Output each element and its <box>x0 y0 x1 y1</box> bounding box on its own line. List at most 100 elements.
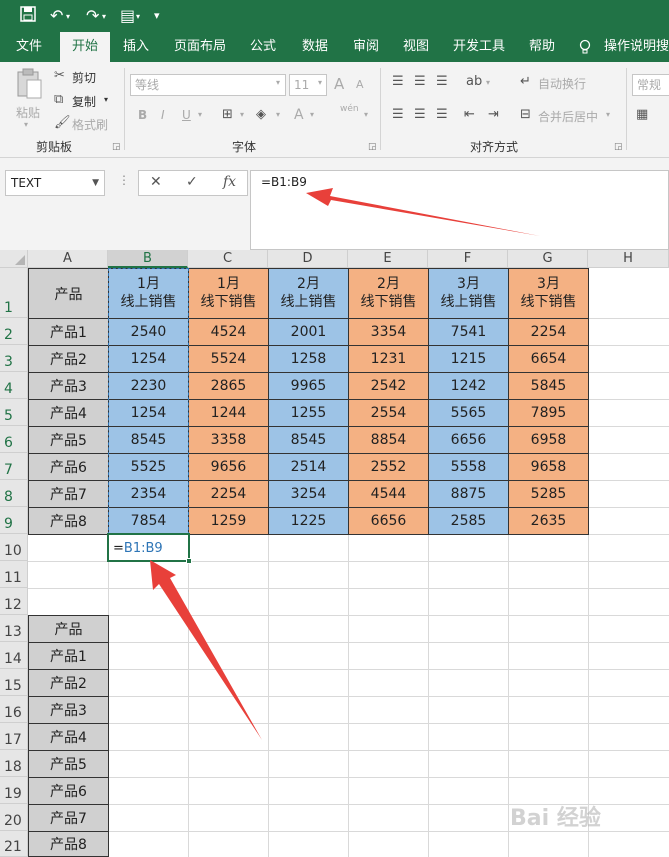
value-cell[interactable]: 2254 <box>508 318 589 346</box>
row-header-3[interactable]: 3 <box>0 345 28 372</box>
column-header-h[interactable]: H <box>588 250 669 268</box>
copy-dropdown-icon[interactable]: ▾ <box>104 95 108 104</box>
row-header-4[interactable]: 4 <box>0 372 28 399</box>
underline-button[interactable]: U <box>182 108 191 122</box>
product-cell[interactable]: 产品3 <box>28 372 109 400</box>
tab-insert[interactable]: 插入 <box>115 32 157 62</box>
product-cell[interactable]: 产品1 <box>28 318 109 346</box>
borders-dropdown-icon[interactable]: ▾ <box>240 110 244 119</box>
row-header-1[interactable]: 1 <box>0 268 28 318</box>
tab-page-layout[interactable]: 页面布局 <box>170 32 230 62</box>
value-cell[interactable]: 5845 <box>508 372 589 400</box>
value-cell[interactable]: 1231 <box>348 345 429 373</box>
fill-color-icon[interactable]: ◈ <box>256 107 266 122</box>
product-cell[interactable]: 产品4 <box>28 399 109 427</box>
column-header-c[interactable]: C <box>188 250 268 268</box>
tab-review[interactable]: 审阅 <box>346 32 386 62</box>
undo-icon[interactable]: ↶ <box>50 6 63 25</box>
row-header-9[interactable]: 9 <box>0 507 28 534</box>
grow-font-button[interactable]: A <box>334 75 344 93</box>
list-header-cell[interactable]: 产品 <box>28 615 109 643</box>
value-cell[interactable]: 8875 <box>428 480 509 508</box>
lightbulb-icon[interactable] <box>578 32 592 62</box>
orientation-dropdown-icon[interactable]: ▾ <box>486 78 490 87</box>
value-cell[interactable]: 2635 <box>508 507 589 535</box>
value-cell[interactable]: 9965 <box>268 372 349 400</box>
value-cell[interactable]: 2230 <box>108 372 189 400</box>
row-header-8[interactable]: 8 <box>0 480 28 507</box>
row-header-13[interactable]: 13 <box>0 615 28 642</box>
paste-icon[interactable] <box>14 68 44 99</box>
product-cell[interactable]: 产品8 <box>28 507 109 535</box>
tab-file[interactable]: 文件 <box>6 32 52 62</box>
value-cell[interactable]: 2001 <box>268 318 349 346</box>
value-cell[interactable]: 8545 <box>108 426 189 454</box>
undo-dropdown-icon[interactable]: ▾ <box>66 12 70 21</box>
bottom-align-icon[interactable]: ☰ <box>436 74 448 89</box>
select-all-corner[interactable] <box>0 250 28 268</box>
wrap-text-icon[interactable]: ↵ <box>520 74 531 89</box>
product-cell[interactable]: 产品6 <box>28 453 109 481</box>
value-cell[interactable]: 3358 <box>188 426 269 454</box>
row-header-2[interactable]: 2 <box>0 318 28 345</box>
value-cell[interactable]: 1244 <box>188 399 269 427</box>
row-header-10[interactable]: 10 <box>0 534 28 561</box>
font-name-combo[interactable]: 等线 <box>130 74 286 96</box>
value-cell[interactable]: 5285 <box>508 480 589 508</box>
tell-me-search[interactable]: 操作说明搜 <box>604 32 669 62</box>
product-cell[interactable]: 产品7 <box>28 480 109 508</box>
clipboard-launcher-icon[interactable]: ◲ <box>112 142 121 152</box>
redo-icon[interactable]: ↷ <box>86 6 99 25</box>
fill-color-dropdown-icon[interactable]: ▾ <box>276 110 280 119</box>
merge-center-icon[interactable]: ⊟ <box>520 107 531 122</box>
column-header-d[interactable]: D <box>268 250 348 268</box>
value-cell[interactable]: 2585 <box>428 507 509 535</box>
value-cell[interactable]: 1242 <box>428 372 509 400</box>
value-cell[interactable]: 4544 <box>348 480 429 508</box>
row-header-20[interactable]: 20 <box>0 804 28 831</box>
row-header-5[interactable]: 5 <box>0 399 28 426</box>
paste-dropdown-icon[interactable]: ▾ <box>24 120 28 129</box>
tab-help[interactable]: 帮助 <box>524 32 560 62</box>
alignment-launcher-icon[interactable]: ◲ <box>614 142 623 152</box>
underline-dropdown-icon[interactable]: ▾ <box>198 110 202 119</box>
formula-input[interactable]: =B1:B9 <box>250 170 669 250</box>
copy-button[interactable]: 复制 <box>72 93 96 110</box>
row-header-11[interactable]: 11 <box>0 561 28 588</box>
tab-formulas[interactable]: 公式 <box>243 32 283 62</box>
row-header-19[interactable]: 19 <box>0 777 28 804</box>
number-format-combo[interactable]: 常规 <box>632 74 669 96</box>
redo-dropdown-icon[interactable]: ▾ <box>102 12 106 21</box>
accounting-format-icon[interactable]: ▦ <box>636 107 648 122</box>
product-cell[interactable]: 产品5 <box>28 426 109 454</box>
row-header-14[interactable]: 14 <box>0 642 28 669</box>
value-cell[interactable]: 1255 <box>268 399 349 427</box>
phonetic-button[interactable]: wén <box>340 104 359 114</box>
column-header-e[interactable]: E <box>348 250 428 268</box>
cell-e1-header[interactable]: 2月 线下销售 <box>348 268 429 319</box>
column-header-g[interactable]: G <box>508 250 588 268</box>
value-cell[interactable]: 1225 <box>268 507 349 535</box>
fill-handle[interactable] <box>186 558 192 564</box>
name-box[interactable]: TEXT ▼ <box>5 170 105 196</box>
save-icon[interactable] <box>20 6 36 26</box>
value-cell[interactable]: 9658 <box>508 453 589 481</box>
row-header-21[interactable]: 21 <box>0 831 28 857</box>
row-header-15[interactable]: 15 <box>0 669 28 696</box>
tab-view[interactable]: 视图 <box>396 32 436 62</box>
value-cell[interactable]: 2514 <box>268 453 349 481</box>
row-header-6[interactable]: 6 <box>0 426 28 453</box>
value-cell[interactable]: 1259 <box>188 507 269 535</box>
product-cell[interactable]: 产品2 <box>28 345 109 373</box>
value-cell[interactable]: 6656 <box>348 507 429 535</box>
font-name-dropdown-icon[interactable]: ▾ <box>276 78 280 87</box>
value-cell[interactable]: 1258 <box>268 345 349 373</box>
value-cell[interactable]: 2540 <box>108 318 189 346</box>
value-cell[interactable]: 6654 <box>508 345 589 373</box>
value-cell[interactable]: 3354 <box>348 318 429 346</box>
orientation-icon[interactable]: ab <box>466 74 482 89</box>
align-center-icon[interactable]: ☰ <box>414 107 426 122</box>
borders-icon[interactable]: ⊞ <box>222 107 233 122</box>
value-cell[interactable]: 5525 <box>108 453 189 481</box>
list-item[interactable]: 产品6 <box>28 777 109 805</box>
